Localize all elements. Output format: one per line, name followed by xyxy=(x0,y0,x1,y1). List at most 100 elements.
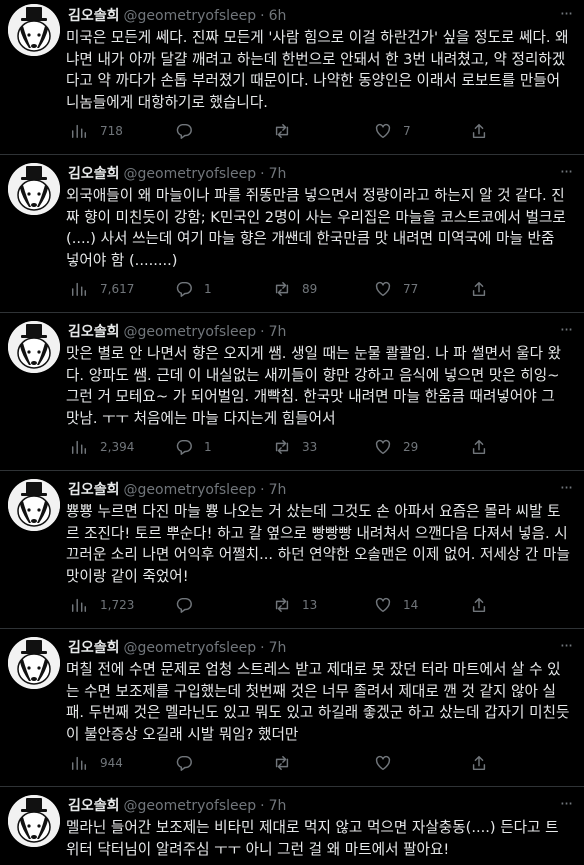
like-button[interactable]: 29 xyxy=(374,437,418,457)
reply-button[interactable] xyxy=(175,753,204,773)
share-upload-icon xyxy=(472,755,486,771)
more-options-ellipsis-icon[interactable]: ··· xyxy=(556,322,576,342)
retweet-count: 33 xyxy=(302,440,318,454)
display-name[interactable]: 김오솔희 xyxy=(68,640,120,656)
more-options-ellipsis-icon[interactable]: ··· xyxy=(556,6,576,26)
speech-bubble-icon xyxy=(176,597,192,613)
like-button[interactable] xyxy=(374,753,403,773)
views-button[interactable]: 944 xyxy=(70,753,123,773)
tweet-text: 미국은 모든게 쎄다. 진짜 모든게 '사람 힘으로 이걸 하란건가' 싶을 정… xyxy=(66,29,569,111)
bar-chart-icon xyxy=(71,440,87,455)
like-button[interactable]: 14 xyxy=(374,595,418,615)
tweet-header: 김오솔희 @geometryofsleep · 7h xyxy=(68,638,286,658)
tweet-text: 맛은 별로 안 나면서 향은 오지게 쌤. 생일 때는 눈물 콸콸임. 나 파 … xyxy=(66,345,562,427)
more-options-ellipsis-icon[interactable]: ··· xyxy=(556,480,576,500)
user-handle[interactable]: @geometryofsleep xyxy=(124,324,257,340)
share-button[interactable] xyxy=(470,753,500,773)
reply-count: 1 xyxy=(204,440,212,454)
views-button[interactable]: 718 xyxy=(70,121,123,141)
views-count: 718 xyxy=(100,124,123,138)
avatar[interactable] xyxy=(8,163,60,215)
display-name[interactable]: 김오솔희 xyxy=(68,482,120,498)
retweet-arrows-icon xyxy=(275,123,289,139)
tweet[interactable]: 김오솔희 @geometryofsleep · 7h ··· 며칠 전에 수면 문제로… xyxy=(0,629,584,787)
reply-button[interactable] xyxy=(175,121,204,141)
like-count: 77 xyxy=(403,282,419,296)
tweet-text: 며칠 전에 수면 문제로 엄청 스트레스 받고 제대로 못 잤던 터라 마트에서… xyxy=(66,661,570,743)
separator-dot: · xyxy=(260,324,265,340)
bar-chart-icon xyxy=(71,124,87,139)
display-name[interactable]: 김오솔희 xyxy=(68,166,120,182)
more-options-ellipsis-icon[interactable]: ··· xyxy=(556,164,576,184)
retweet-arrows-icon xyxy=(275,439,289,455)
timeline: 김오솔희 @geometryofsleep · 6h ··· 미국은 모든게 쎄다. … xyxy=(0,0,584,865)
views-count: 944 xyxy=(100,756,123,770)
separator-dot: · xyxy=(260,482,265,498)
avatar[interactable] xyxy=(8,795,60,847)
tweet-actions: 718 7 xyxy=(66,121,486,141)
share-upload-icon xyxy=(472,597,486,613)
user-handle[interactable]: @geometryofsleep xyxy=(124,482,257,498)
user-handle[interactable]: @geometryofsleep xyxy=(124,798,257,814)
reply-button[interactable]: 1 xyxy=(175,279,212,299)
user-handle[interactable]: @geometryofsleep xyxy=(124,166,257,182)
heart-icon xyxy=(375,123,391,139)
tweet[interactable]: 김오솔희 @geometryofsleep · 7h ··· 외국애들이 왜 마늘이나… xyxy=(0,155,584,313)
tweet-text: 멜라닌 들어간 보조제는 비타민 제대로 먹지 않고 먹으면 자살충동(....… xyxy=(66,819,559,858)
tweet-time[interactable]: 7h xyxy=(269,482,287,498)
display-name[interactable]: 김오솔희 xyxy=(68,798,120,814)
tweet-actions: 7,617 1 89 77 xyxy=(66,279,486,299)
share-upload-icon xyxy=(472,281,486,297)
display-name[interactable]: 김오솔희 xyxy=(68,324,120,340)
separator-dot: · xyxy=(260,8,265,24)
share-button[interactable] xyxy=(470,437,500,457)
more-options-ellipsis-icon[interactable]: ··· xyxy=(556,638,576,658)
display-name[interactable]: 김오솔희 xyxy=(68,8,120,24)
tweet-time[interactable]: 6h xyxy=(269,8,287,24)
like-button[interactable]: 7 xyxy=(374,121,411,141)
reply-button[interactable] xyxy=(175,595,204,615)
tweet[interactable]: 김오솔희 @geometryofsleep · 7h ··· 뿅뿅 누르면 다진 마늘… xyxy=(0,471,584,629)
views-button[interactable]: 1,723 xyxy=(70,595,134,615)
avatar[interactable] xyxy=(8,637,60,689)
tweet[interactable]: 김오솔희 @geometryofsleep · 7h ··· 멜라닌 들어간 보조제는… xyxy=(0,787,584,865)
bar-chart-icon xyxy=(71,282,87,297)
tweet-time[interactable]: 7h xyxy=(269,166,287,182)
avatar[interactable] xyxy=(8,479,60,531)
tweet-time[interactable]: 7h xyxy=(269,798,287,814)
badger-top-hat-avatar-image xyxy=(8,321,60,373)
avatar[interactable] xyxy=(8,321,60,373)
share-button[interactable] xyxy=(470,595,500,615)
tweet[interactable]: 김오솔희 @geometryofsleep · 6h ··· 미국은 모든게 쎄다. … xyxy=(0,0,584,155)
views-count: 7,617 xyxy=(100,282,135,296)
tweet-text: 뿅뿅 누르면 다진 마늘 뿅 나오는 거 샀는데 그것도 손 아파서 요즘은 몰… xyxy=(66,503,570,585)
user-handle[interactable]: @geometryofsleep xyxy=(124,8,257,24)
retweet-button[interactable]: 13 xyxy=(273,595,317,615)
views-button[interactable]: 7,617 xyxy=(70,279,134,299)
bar-chart-icon xyxy=(71,598,87,613)
tweet-actions: 2,394 1 33 29 xyxy=(66,437,486,457)
tweet[interactable]: 김오솔희 @geometryofsleep · 7h ··· 맛은 별로 안 나면서 … xyxy=(0,313,584,471)
retweet-button[interactable]: 89 xyxy=(273,279,317,299)
retweet-arrows-icon xyxy=(275,597,289,613)
retweet-button[interactable] xyxy=(273,753,302,773)
badger-top-hat-avatar-image xyxy=(8,163,60,215)
retweet-button[interactable]: 33 xyxy=(273,437,317,457)
retweet-button[interactable] xyxy=(273,121,302,141)
share-button[interactable] xyxy=(470,279,500,299)
share-button[interactable] xyxy=(470,121,500,141)
share-upload-icon xyxy=(472,123,486,139)
avatar[interactable] xyxy=(8,4,60,56)
tweet-time[interactable]: 7h xyxy=(269,324,287,340)
tweet-time[interactable]: 7h xyxy=(269,640,287,656)
badger-top-hat-avatar-image xyxy=(8,795,60,847)
more-options-ellipsis-icon[interactable]: ··· xyxy=(556,796,576,816)
like-count: 7 xyxy=(403,124,411,138)
user-handle[interactable]: @geometryofsleep xyxy=(124,640,257,656)
tweet-actions: 944 xyxy=(66,753,486,773)
like-button[interactable]: 77 xyxy=(374,279,418,299)
reply-button[interactable]: 1 xyxy=(175,437,212,457)
views-button[interactable]: 2,394 xyxy=(70,437,134,457)
speech-bubble-icon xyxy=(176,281,192,297)
heart-icon xyxy=(375,439,391,455)
